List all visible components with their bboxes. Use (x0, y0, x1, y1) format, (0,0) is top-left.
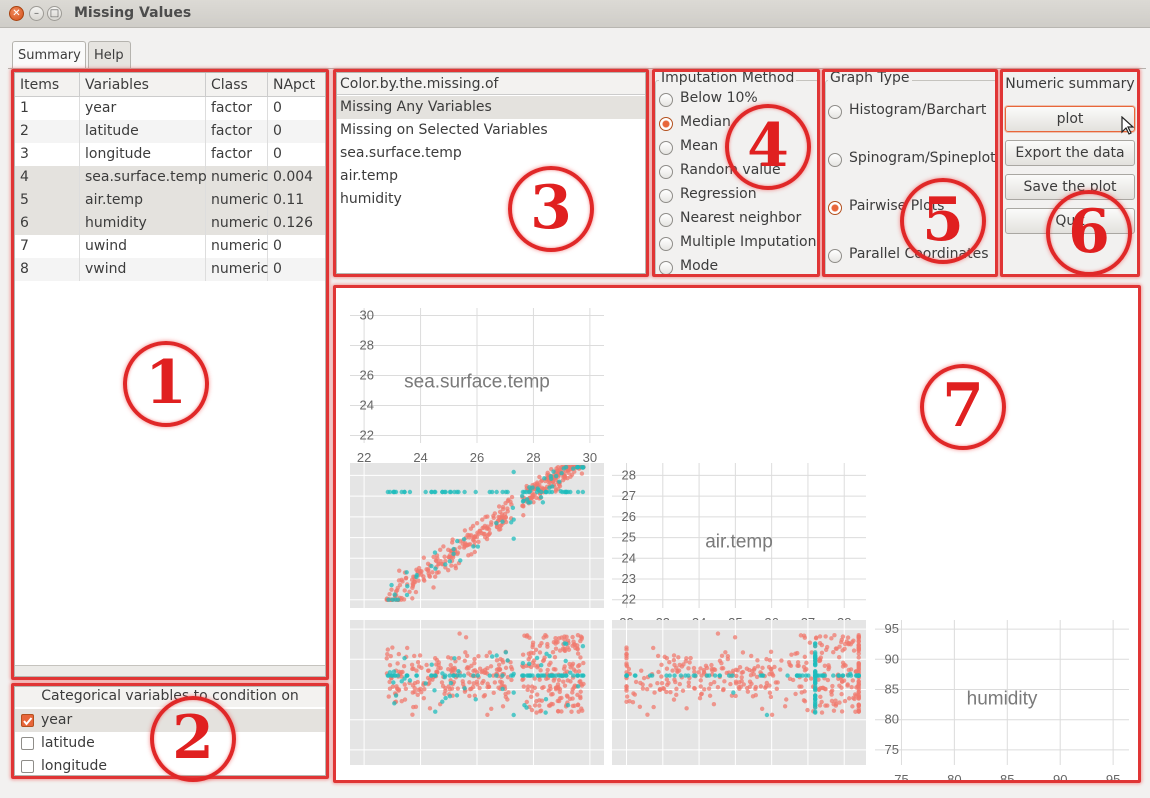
annotation-number-7: 7 (920, 364, 1006, 450)
window-title: Missing Values (74, 5, 192, 21)
maximize-window-button[interactable]: □ (47, 6, 62, 21)
tab-summary[interactable]: Summary (12, 41, 86, 70)
close-window-button[interactable]: ✕ (9, 6, 24, 21)
annotation-frame-3 (333, 69, 649, 277)
annotation-number-6: 6 (1046, 190, 1132, 276)
annotation-number-3: 3 (508, 166, 594, 252)
annotation-frame-7 (333, 285, 1141, 783)
annotation-number-5: 5 (900, 178, 986, 264)
minimize-window-button[interactable]: – (29, 6, 44, 21)
tab-help[interactable]: Help (88, 41, 131, 69)
annotation-number-1: 1 (123, 341, 209, 427)
annotation-number-4: 4 (725, 104, 811, 190)
annotation-number-2: 2 (150, 696, 236, 782)
title-bar: ✕ – □ Missing Values (0, 0, 1150, 28)
